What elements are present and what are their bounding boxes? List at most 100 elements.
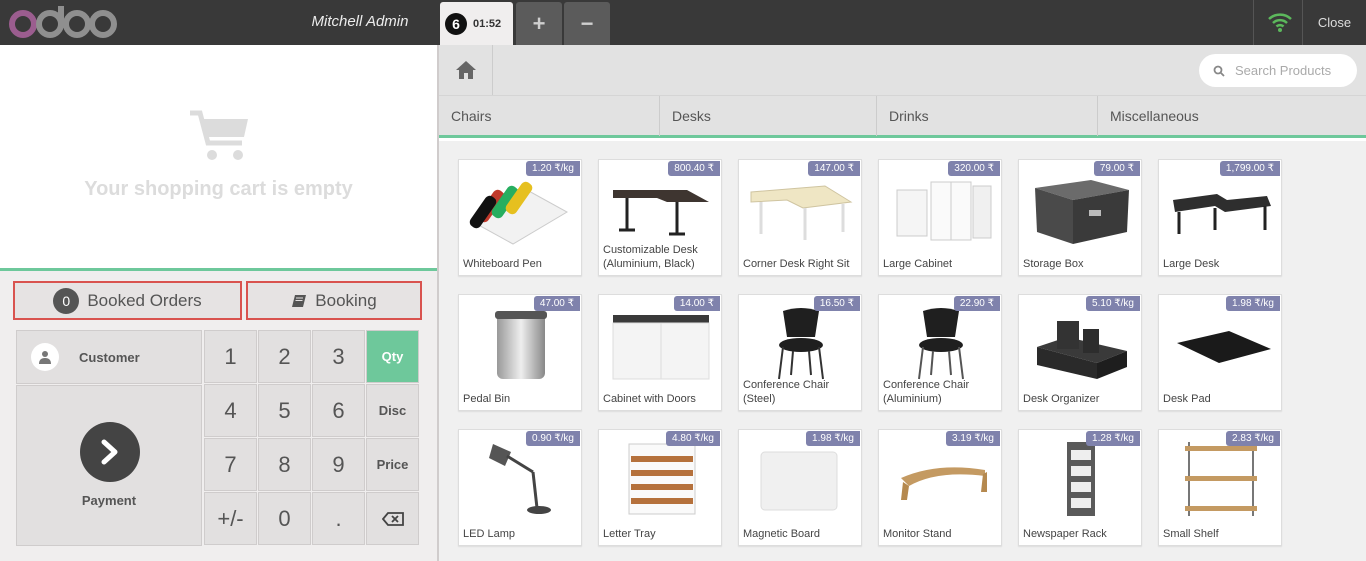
price-tag: 22.90 ₹ [953,296,1000,311]
led-lamp-image [489,444,551,514]
product-name: Large Desk [1163,258,1220,270]
product-card[interactable]: 0.90 ₹/kg LED Lamp [458,429,582,546]
product-card[interactable]: 79.00 ₹ Storage Box [1018,159,1142,276]
numpad-key-dot[interactable]: . [312,492,365,545]
product-card[interactable]: 22.90 ₹ Conference Chair (Aluminium) [878,294,1002,411]
monitor-stand-image [901,467,987,500]
price-tag: 16.50 ₹ [813,296,860,311]
price-tag: 1,799.00 ₹ [1219,161,1280,176]
search-box[interactable] [1199,54,1357,87]
numpad-key-4[interactable]: 4 [204,384,257,437]
product-card[interactable]: 47.00 ₹ Pedal Bin [458,294,582,411]
product-card[interactable]: 1,799.00 ₹ Large Desk [1158,159,1282,276]
user-icon [31,343,59,371]
small-shelf-image [1185,442,1257,516]
numpad: 1 2 3 Qty 4 5 6 Disc 7 8 9 Price +/- 0 . [204,330,421,546]
mode-price-button[interactable]: Price [366,438,419,491]
conference-chair-steel-image [778,308,824,380]
left-pane: Your shopping cart is empty 0 Booked Ord… [0,45,437,561]
chevron-right-icon [80,422,140,482]
product-card[interactable]: 147.00 ₹ Corner Desk Right Sit [738,159,862,276]
mode-disc-button[interactable]: Disc [366,384,419,437]
letter-tray-image [628,443,696,515]
category-desks[interactable]: Desks [660,96,877,136]
product-card[interactable]: 16.50 ₹ Conference Chair (Steel) [738,294,862,411]
product-card[interactable]: 1.98 ₹/kg Magnetic Board [738,429,862,546]
newspaper-rack-image [1067,442,1095,516]
price-tag: 320.00 ₹ [948,161,1000,176]
price-tag: 1.98 ₹/kg [1226,296,1280,311]
home-category-button[interactable] [439,45,493,95]
numpad-key-2[interactable]: 2 [258,330,311,383]
new-order-button[interactable]: + [516,2,562,45]
price-tag: 47.00 ₹ [533,296,580,311]
cabinet-with-doors-image [612,315,710,380]
product-name: Pedal Bin [463,393,511,405]
order-tab-current[interactable]: 6 01:52 [440,2,513,45]
search-input[interactable] [1235,63,1345,78]
booking-button[interactable]: Booking [246,281,422,320]
set-customer-button[interactable]: Customer [16,330,202,384]
empty-cart-message: Your shopping cart is empty [84,178,353,200]
product-name: Conference Chair (Steel) [743,379,830,405]
product-card[interactable]: 1.20 ₹/kg Whiteboard Pen [458,159,582,276]
delete-order-button[interactable]: − [564,2,610,45]
product-card[interactable]: 5.10 ₹/kg Desk Organizer [1018,294,1142,411]
booked-orders-button[interactable]: 0 Booked Orders [13,281,242,320]
top-header: Mitchell Admin 6 01:52 + − Close [0,0,1366,45]
product-card[interactable]: 1.28 ₹/kg Newspaper Rack [1018,429,1142,546]
odoo-logo [6,4,118,38]
search-icon [1213,65,1225,77]
price-tag: 2.83 ₹/kg [1226,431,1280,446]
backspace-button[interactable] [366,492,419,545]
booked-orders-label: Booked Orders [87,290,202,310]
product-name: Conference Chair (Aluminium) [883,379,970,405]
product-name: Small Shelf [1163,528,1219,540]
numpad-key-8[interactable]: 8 [258,438,311,491]
numpad-key-5[interactable]: 5 [258,384,311,437]
payment-button[interactable]: Payment [16,385,202,546]
numpad-key-9[interactable]: 9 [312,438,365,491]
product-card[interactable]: 3.19 ₹/kg Monitor Stand [878,429,1002,546]
category-bar: Chairs Desks Drinks Miscellaneous [439,95,1366,138]
large-desk-image [1173,194,1271,234]
price-tag: 147.00 ₹ [808,161,860,176]
numpad-key-plus-minus[interactable]: +/- [204,492,257,545]
product-card[interactable]: 1.98 ₹/kg Desk Pad [1158,294,1282,411]
whiteboard-pen-image [469,181,569,245]
product-card[interactable]: 14.00 ₹ Cabinet with Doors [598,294,722,411]
product-name: Desk Organizer [1023,393,1100,405]
product-name: Desk Pad [1163,393,1211,405]
product-name: Magnetic Board [743,528,821,540]
storage-box-image [1035,180,1129,244]
numpad-key-6[interactable]: 6 [312,384,365,437]
price-tag: 1.98 ₹/kg [806,431,860,446]
customizable-desk-image [613,190,709,236]
product-name: Letter Tray [603,528,656,540]
numpad-key-7[interactable]: 7 [204,438,257,491]
mode-qty-button[interactable]: Qty [366,330,419,383]
numpad-key-3[interactable]: 3 [312,330,365,383]
product-name: Whiteboard Pen [463,258,542,270]
magnetic-board-image [760,451,838,511]
product-name: Customizable Desk (Aluminium, Black) [603,244,698,270]
desk-pad-image [1177,331,1271,363]
order-time: 01:52 [473,17,502,30]
numpad-key-0[interactable]: 0 [258,492,311,545]
product-card[interactable]: 800.40 ₹ Customizable Desk (Aluminium, B… [598,159,722,276]
category-miscellaneous[interactable]: Miscellaneous [1098,96,1366,136]
category-chairs[interactable]: Chairs [439,96,660,136]
category-drinks[interactable]: Drinks [877,96,1098,136]
close-button[interactable]: Close [1303,0,1366,45]
product-card[interactable]: 2.83 ₹/kg Small Shelf [1158,429,1282,546]
product-name: Monitor Stand [883,528,952,540]
product-card[interactable]: 320.00 ₹ Large Cabinet [878,159,1002,276]
order-number-badge: 6 [445,12,467,35]
product-name: Cabinet with Doors [603,393,696,405]
booking-label: Booking [315,290,377,310]
backspace-icon [381,511,404,526]
numpad-key-1[interactable]: 1 [204,330,257,383]
home-icon [455,61,476,79]
user-name[interactable]: Mitchell Admin [300,13,420,30]
product-card[interactable]: 4.80 ₹/kg Letter Tray [598,429,722,546]
